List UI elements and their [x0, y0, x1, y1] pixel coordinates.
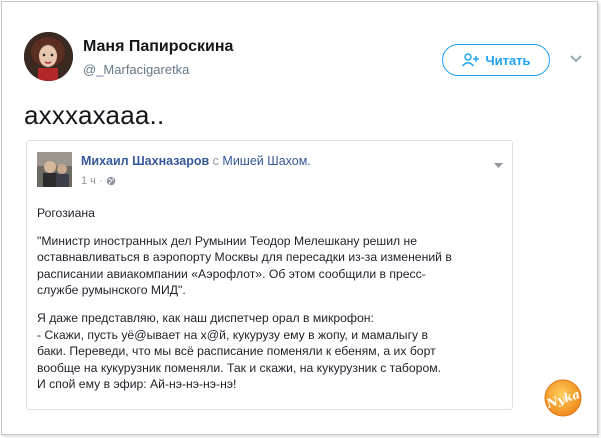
display-name[interactable]: Маня Папироскина: [83, 38, 233, 56]
follow-button[interactable]: Читать: [442, 44, 550, 76]
post-paragraph: Я даже представляю, как наш диспетчер ор…: [37, 310, 441, 392]
avatar[interactable]: [24, 32, 73, 81]
post-options-chevron-icon[interactable]: [493, 157, 504, 168]
chevron-down-icon[interactable]: [568, 52, 584, 64]
quoted-post-author-line: Михаил Шахназаров с Мишей Шахом.: [81, 154, 311, 168]
meta-separator: ·: [98, 175, 103, 187]
with-prefix: с: [212, 154, 219, 168]
post-paragraph: Рогозиана: [37, 206, 95, 220]
user-handle[interactable]: @_Marfacigaretka: [83, 62, 189, 77]
quoted-post-avatar[interactable]: [37, 152, 72, 187]
post-paragraph: "Министр иностранных дел Румынии Теодор …: [37, 233, 452, 298]
tagged-person[interactable]: Мишей Шахом.: [222, 154, 310, 168]
globe-icon: [106, 176, 116, 186]
quoted-post-meta: 1 ч ·: [81, 175, 116, 187]
quoted-post-author[interactable]: Михаил Шахназаров: [81, 154, 209, 168]
watermark-logo: Nyka: [543, 378, 583, 418]
quoted-post-card[interactable]: Михаил Шахназаров с Мишей Шахом. 1 ч · Р…: [26, 140, 513, 410]
post-time[interactable]: 1 ч: [81, 175, 96, 187]
follow-person-icon: [461, 53, 480, 67]
quoted-post-body: Рогозиана "Министр иностранных дел Румын…: [37, 205, 505, 404]
tweet-text: ахххахааа..: [24, 100, 165, 130]
follow-button-label: Читать: [485, 52, 531, 68]
screenshot-frame: Маня Папироскина @_Marfacigaretka Читать…: [1, 1, 598, 435]
